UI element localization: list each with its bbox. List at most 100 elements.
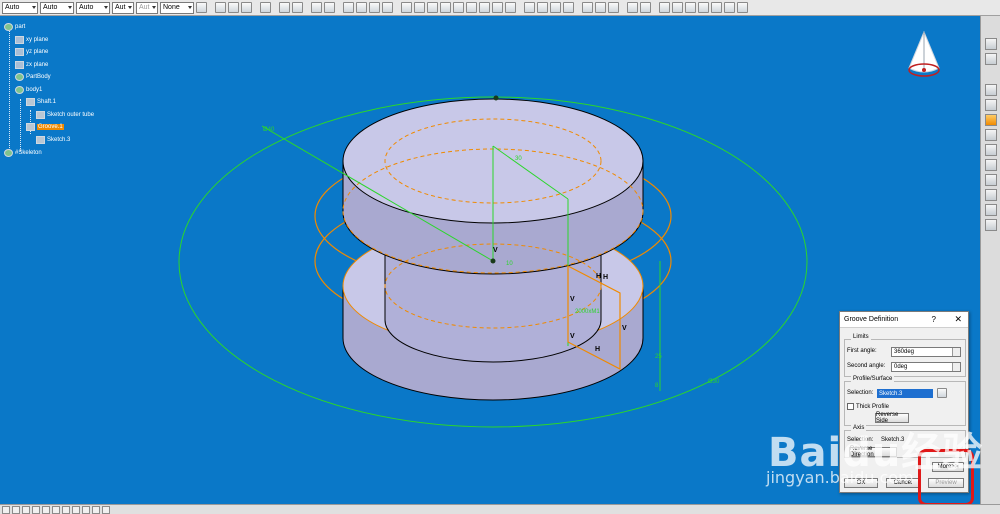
- help-icon[interactable]: ?: [932, 315, 936, 324]
- redo-icon[interactable]: [427, 2, 438, 13]
- hide-show-icon[interactable]: [92, 505, 100, 514]
- swap-visible-icon[interactable]: [102, 505, 110, 514]
- grid-icon[interactable]: [241, 2, 252, 13]
- pan-icon[interactable]: [22, 505, 30, 514]
- groove-icon[interactable]: [505, 2, 516, 13]
- tree-item-sketch3[interactable]: Sketch.3: [36, 136, 70, 144]
- tree-item-skeleton[interactable]: #Skeleton: [4, 149, 42, 157]
- arc-icon[interactable]: [595, 2, 606, 13]
- shading-icon[interactable]: [82, 505, 90, 514]
- thickness-combo[interactable]: Auto: [40, 1, 74, 14]
- constraint-icon[interactable]: [453, 2, 464, 13]
- rotate-icon[interactable]: [401, 2, 412, 13]
- tree-item-shaft[interactable]: Shaft.1: [26, 98, 56, 106]
- render-icon[interactable]: [724, 2, 735, 13]
- multi-section-icon[interactable]: [984, 174, 997, 186]
- pad-icon[interactable]: [466, 2, 477, 13]
- first-angle-field[interactable]: 360deg: [891, 347, 961, 357]
- pocket-icon[interactable]: [984, 99, 997, 111]
- plane-icon[interactable]: [382, 2, 393, 13]
- dimension-label[interactable]: Ø30: [708, 379, 719, 385]
- linetype-combo[interactable]: Auto: [2, 1, 38, 14]
- tree-item-partbody[interactable]: PartBody: [15, 73, 51, 81]
- sketch-icon[interactable]: [228, 2, 239, 13]
- tree-item-zx-plane[interactable]: zx plane: [15, 61, 48, 69]
- rectangle-icon[interactable]: [324, 2, 335, 13]
- select-icon[interactable]: [984, 38, 997, 50]
- fillet-icon[interactable]: [440, 2, 451, 13]
- thick-profile-checkbox[interactable]: [847, 403, 854, 410]
- front-view-icon[interactable]: [672, 2, 683, 13]
- pad-icon[interactable]: [984, 84, 997, 96]
- selection-label: Selection:: [847, 390, 874, 396]
- weight-combo[interactable]: Aut: [112, 1, 134, 14]
- side-view-icon[interactable]: [698, 2, 709, 13]
- pocket-icon[interactable]: [479, 2, 490, 13]
- sketch-icon[interactable]: [937, 388, 947, 398]
- shaft-icon[interactable]: [492, 2, 503, 13]
- material-icon[interactable]: [711, 2, 722, 13]
- tree-item-groove[interactable]: Groove.1: [26, 123, 64, 131]
- sketch-icon[interactable]: [984, 53, 997, 65]
- select-icon[interactable]: [260, 2, 271, 13]
- hide-show-icon[interactable]: [640, 2, 651, 13]
- constraint-mark: H: [595, 346, 601, 353]
- tree-item-body1[interactable]: body1: [15, 86, 42, 94]
- measure-icon[interactable]: [582, 2, 593, 13]
- render-style-combo[interactable]: None: [160, 1, 194, 14]
- spline-icon[interactable]: [608, 2, 619, 13]
- draft-icon[interactable]: [984, 219, 997, 231]
- zoom-out-icon[interactable]: [52, 505, 60, 514]
- shading-icon[interactable]: [627, 2, 638, 13]
- fly-icon[interactable]: [2, 505, 10, 514]
- dimension-label[interactable]: 25: [655, 354, 662, 360]
- tree-item-part[interactable]: part: [4, 23, 25, 31]
- spin-down-icon[interactable]: [952, 367, 960, 371]
- fit-all-icon[interactable]: [563, 2, 574, 13]
- zoom-in-icon[interactable]: [42, 505, 50, 514]
- dimension-label[interactable]: 30: [515, 156, 522, 162]
- close-icon[interactable]: ✕: [954, 314, 962, 325]
- dimension-label[interactable]: Ø40: [263, 127, 274, 133]
- snap-icon[interactable]: [215, 2, 226, 13]
- tree-item-xy-plane[interactable]: xy plane: [15, 36, 48, 44]
- pan-icon[interactable]: [537, 2, 548, 13]
- rotate-icon[interactable]: [32, 505, 40, 514]
- iso-view-icon[interactable]: [659, 2, 670, 13]
- exit-workbench-icon[interactable]: [279, 2, 290, 13]
- profile-selection-field[interactable]: Sketch.3: [877, 389, 933, 398]
- fit-all-icon[interactable]: [12, 505, 20, 514]
- normal-view-icon[interactable]: [62, 505, 70, 514]
- profile-icon[interactable]: [311, 2, 322, 13]
- spin-down-icon[interactable]: [952, 352, 960, 356]
- tree-item-label: part: [15, 24, 26, 30]
- tree-item-yz-plane[interactable]: yz plane: [15, 48, 48, 56]
- solid-combine-icon[interactable]: [984, 204, 997, 216]
- rib-icon[interactable]: [984, 144, 997, 156]
- zoom-icon[interactable]: [550, 2, 561, 13]
- tree-item-sketch-outer-tube[interactable]: Sketch outer tube: [36, 111, 94, 119]
- sketcher-icon[interactable]: [292, 2, 303, 13]
- group-label: Profile/Surface: [851, 376, 895, 382]
- axis-icon[interactable]: [369, 2, 380, 13]
- line-icon[interactable]: [356, 2, 367, 13]
- layer-combo[interactable]: Aut: [136, 1, 158, 14]
- thick-profile-row[interactable]: Thick Profile: [847, 403, 889, 410]
- compass-icon[interactable]: [903, 30, 945, 82]
- top-view-icon[interactable]: [685, 2, 696, 13]
- undo-icon[interactable]: [414, 2, 425, 13]
- tree-item-label: Groove.1: [37, 124, 64, 130]
- slot-icon[interactable]: [984, 159, 997, 171]
- dimension-label[interactable]: 8: [655, 383, 658, 389]
- linestyle-combo[interactable]: Auto: [76, 1, 110, 14]
- iso-view-icon[interactable]: [72, 505, 80, 514]
- point-icon[interactable]: [343, 2, 354, 13]
- hole-icon[interactable]: [984, 129, 997, 141]
- dimension-label[interactable]: 10: [506, 261, 513, 267]
- second-angle-field[interactable]: 0deg: [891, 362, 961, 372]
- view-icon[interactable]: [524, 2, 535, 13]
- stiffener-icon[interactable]: [984, 189, 997, 201]
- apply-material-icon[interactable]: [737, 2, 748, 13]
- paint-icon[interactable]: [196, 2, 207, 13]
- shaft-icon[interactable]: [984, 114, 997, 126]
